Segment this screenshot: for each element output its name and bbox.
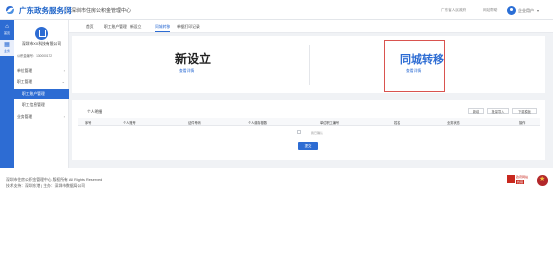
left-icon-strip: ⌂ 首页 ▦ 业务: [0, 20, 14, 168]
tab-bar: 首页 职工账户管理 新设立 同城转移 单据打印记录: [69, 20, 553, 33]
tab-transfer[interactable]: 同城转移: [155, 23, 171, 32]
transfer-business-title[interactable]: 同城转移: [400, 51, 444, 67]
footer-support: 技术支持：深圳东港 | 主办：深圳市数据局公司: [6, 184, 86, 188]
org-name: 深圳市XX科技有限公司: [21, 42, 62, 46]
help-link[interactable]: 网站帮助: [483, 8, 497, 13]
sidebar-item-employee-management[interactable]: 职工管理 ⌄: [14, 77, 69, 87]
new-business-link[interactable]: 查看详情: [179, 69, 194, 74]
strip-item-label: 业务: [3, 49, 10, 53]
tab-home[interactable]: 首页: [86, 23, 94, 32]
party-emblem-icon[interactable]: [537, 175, 548, 186]
brand-title[interactable]: 广东政务服务网: [19, 5, 72, 16]
new-business-title[interactable]: 新设立: [175, 50, 211, 67]
user-name[interactable]: 企业用户: [518, 8, 534, 14]
strip-item-business[interactable]: ▦ 业务: [0, 40, 14, 56]
sidebar-item-label: 职工信息管理: [22, 103, 45, 107]
column-header: 序号: [85, 121, 92, 125]
tab-print-records[interactable]: 单据打印记录: [177, 23, 200, 32]
org-logo-icon: [35, 27, 48, 40]
submit-button[interactable]: 提交: [298, 142, 318, 150]
gov-badge-icon: [507, 175, 515, 183]
grid-icon: ▦: [4, 42, 10, 48]
sidebar-item-label: 职工账户管理: [22, 92, 45, 96]
sidebar-item-unit-management[interactable]: 单位管理 ›: [14, 66, 69, 76]
sidebar-item-employee-info[interactable]: 职工信息管理: [14, 100, 69, 110]
column-header: 单位职工编号: [320, 121, 340, 125]
transfer-business-link[interactable]: 查看详情: [406, 69, 421, 74]
chevron-right-icon: ›: [63, 68, 65, 73]
chevron-down-icon: ⌄: [61, 79, 65, 84]
sidebar-item-label: 单位管理: [17, 69, 33, 73]
gov-link[interactable]: 广东省人民政府: [441, 8, 466, 13]
confirm-checkbox-label: 我已确认: [311, 131, 324, 135]
chevron-right-icon: ›: [63, 114, 65, 119]
home-icon: ⌂: [5, 24, 9, 30]
sidebar: 深圳市XX科技有限公司 公积金编号：130000172 单位管理 › 职工管理 …: [14, 20, 69, 168]
sidebar-item-label: 职工管理: [17, 80, 33, 84]
badge-text: 政府网站: [516, 175, 529, 179]
tab-new[interactable]: 新设立: [130, 23, 141, 32]
tab-employee-account[interactable]: 职工账户管理: [104, 23, 127, 32]
chevron-down-icon[interactable]: ▾: [537, 8, 539, 13]
avatar[interactable]: [507, 6, 516, 15]
list-title: 个人明细: [87, 110, 103, 114]
org-code: 公积金编号：130000172: [17, 54, 53, 58]
logo-icon: [6, 6, 14, 14]
column-header: 个人缴存基数: [248, 121, 268, 125]
top-bar: 广东政务服务网 深圳市住房公积金管理中心 广东省人民政府 网站帮助 企业用户 ▾: [0, 0, 553, 20]
batch-import-button[interactable]: 批量导入: [487, 108, 509, 114]
footer-copyright: 深圳市住房公积金管理中心 版权所有 All Rights Reserved: [6, 178, 103, 182]
column-header: 操作: [519, 121, 526, 125]
download-template-button[interactable]: 下载模板: [512, 108, 537, 114]
panel-divider: [309, 45, 310, 85]
gov-error-badge[interactable]: 政府网站 找错: [507, 173, 531, 187]
header-divider: [66, 6, 67, 14]
table-header: [78, 118, 540, 126]
column-header: 业务状态: [447, 121, 460, 125]
strip-item-home[interactable]: ⌂ 首页: [0, 22, 14, 38]
strip-item-label: 首页: [3, 31, 10, 35]
sidebar-item-label: 业务管理: [17, 115, 33, 119]
sidebar-item-employee-account[interactable]: 职工账户管理: [14, 89, 69, 99]
column-header: 证件号码: [188, 121, 201, 125]
badge-action: 找错: [516, 180, 525, 184]
add-button[interactable]: 新增: [468, 108, 484, 114]
center-name: 深圳市住房公积金管理中心: [71, 8, 132, 14]
confirm-checkbox[interactable]: [297, 130, 301, 134]
column-header: 姓名: [394, 121, 401, 125]
sidebar-item-business-management[interactable]: 业务管理 ›: [14, 112, 69, 122]
column-header: 个人账号: [123, 121, 136, 125]
